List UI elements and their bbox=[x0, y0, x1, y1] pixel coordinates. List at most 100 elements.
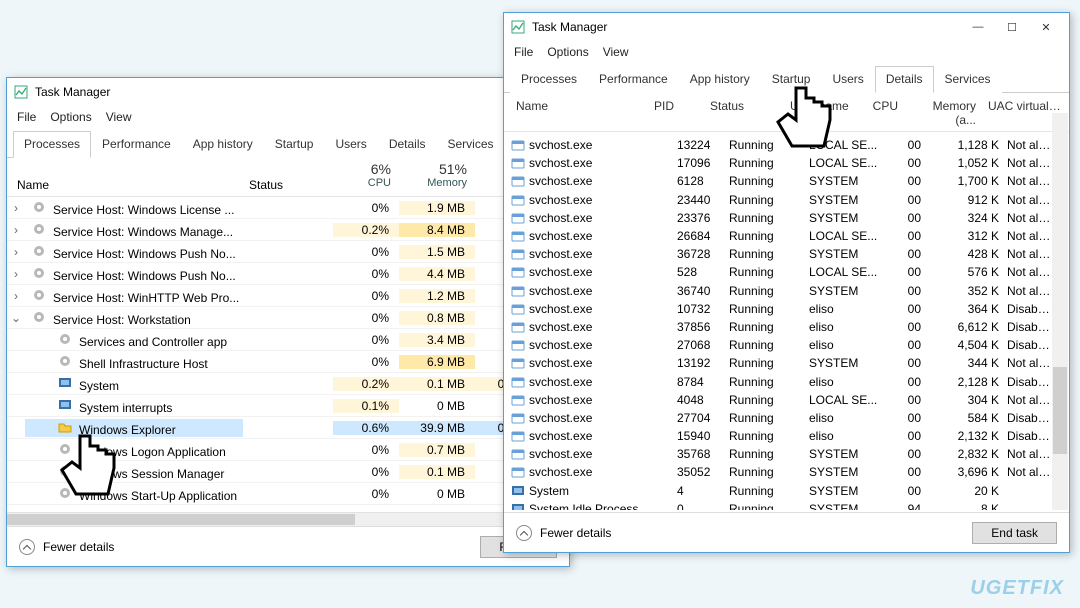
tab-details[interactable]: Details bbox=[378, 131, 437, 158]
process-row[interactable]: ›Service Host: Windows Push No...0%1.5 M… bbox=[7, 241, 569, 263]
process-icon bbox=[510, 301, 526, 317]
chevron-up-icon[interactable] bbox=[19, 539, 35, 555]
menu-file[interactable]: File bbox=[514, 45, 533, 59]
tab-app-history[interactable]: App history bbox=[182, 131, 264, 158]
details-row[interactable]: svchost.exe37856Runningeliso006,612 KDis… bbox=[504, 318, 1052, 336]
col-memory[interactable]: 51% Memory bbox=[399, 158, 475, 196]
fewer-details-link[interactable]: Fewer details bbox=[540, 526, 611, 540]
details-row[interactable]: svchost.exe23376RunningSYSTEM00324 KNot … bbox=[504, 209, 1052, 227]
details-list[interactable]: svchost.exe13224RunningLOCAL SE...001,12… bbox=[504, 136, 1052, 510]
chevron-up-icon[interactable] bbox=[516, 525, 532, 541]
details-row[interactable]: svchost.exe4048RunningLOCAL SE...00304 K… bbox=[504, 391, 1052, 409]
process-icon bbox=[31, 265, 47, 281]
details-row[interactable]: svchost.exe6128RunningSYSTEM001,700 KNot… bbox=[504, 172, 1052, 190]
maximize-button[interactable]: ☐ bbox=[995, 16, 1029, 38]
details-row[interactable]: svchost.exe35052RunningSYSTEM003,696 KNo… bbox=[504, 463, 1052, 481]
end-task-button[interactable]: End task bbox=[972, 522, 1057, 544]
col-pid[interactable]: PID bbox=[648, 99, 704, 127]
tab-users[interactable]: Users bbox=[324, 131, 377, 158]
process-icon bbox=[510, 137, 526, 153]
process-icon bbox=[31, 287, 47, 303]
task-manager-window-details[interactable]: Task Manager — ☐ ✕ File Options View Proce… bbox=[503, 12, 1070, 553]
col-cpu[interactable]: 6% CPU bbox=[333, 158, 399, 196]
process-row[interactable]: Shell Infrastructure Host0%6.9 MB0 MB/s bbox=[7, 351, 569, 373]
process-row[interactable]: System0.2%0.1 MB0.1 MB/s bbox=[7, 373, 569, 395]
details-row[interactable]: svchost.exe13192RunningSYSTEM00344 KNot … bbox=[504, 354, 1052, 372]
details-row[interactable]: svchost.exe27068Runningeliso004,504 KDis… bbox=[504, 336, 1052, 354]
watermark-logo: UGETFIX bbox=[970, 577, 1064, 600]
process-list[interactable]: ›Service Host: Windows License ...0%1.9 … bbox=[7, 197, 569, 505]
col-cpu[interactable]: CPU bbox=[864, 99, 904, 127]
col-name[interactable]: Name bbox=[7, 158, 243, 196]
tab-processes[interactable]: Processes bbox=[13, 131, 91, 158]
details-row[interactable]: svchost.exe17096RunningLOCAL SE...001,05… bbox=[504, 154, 1052, 172]
col-status[interactable]: Status bbox=[243, 158, 333, 196]
process-row[interactable]: Windows Start-Up Application0%0 MB0 MB/s bbox=[7, 483, 569, 505]
process-icon bbox=[57, 353, 73, 369]
tab-startup[interactable]: Startup bbox=[761, 66, 822, 93]
details-row[interactable]: svchost.exe13224RunningLOCAL SE...001,12… bbox=[504, 136, 1052, 154]
process-row[interactable]: Windows Logon Application0%0.7 MB0 MB/s bbox=[7, 439, 569, 461]
menu-file[interactable]: File bbox=[17, 110, 36, 124]
tab-services[interactable]: Services bbox=[934, 66, 1002, 93]
tab-processes[interactable]: Processes bbox=[510, 66, 588, 93]
tab-services[interactable]: Services bbox=[437, 131, 505, 158]
process-icon bbox=[510, 155, 526, 171]
details-row[interactable]: System4RunningSYSTEM0020 K bbox=[504, 482, 1052, 500]
process-row[interactable]: System interrupts0.1%0 MB0 MB/s bbox=[7, 395, 569, 417]
menu-options[interactable]: Options bbox=[547, 45, 588, 59]
details-row[interactable]: svchost.exe10732Runningeliso00364 KDisab… bbox=[504, 300, 1052, 318]
task-manager-window-processes[interactable]: Task Manager — ☐ File Options View Process… bbox=[6, 77, 570, 567]
column-headers[interactable]: Name Status 6% CPU 51% Memory 0% Disk bbox=[7, 158, 569, 197]
tab-users[interactable]: Users bbox=[821, 66, 874, 93]
details-row[interactable]: svchost.exe528RunningLOCAL SE...00576 KN… bbox=[504, 263, 1052, 281]
column-headers[interactable]: Name PID Status User name CPU Memory (a.… bbox=[504, 93, 1069, 132]
details-row[interactable]: System Idle Process0RunningSYSTEM948 K bbox=[504, 500, 1052, 510]
process-row[interactable]: ›Service Host: Windows Push No...0%4.4 M… bbox=[7, 263, 569, 285]
col-name[interactable]: Name bbox=[504, 99, 648, 127]
col-memory[interactable]: Memory (a... bbox=[904, 99, 982, 127]
titlebar[interactable]: Task Manager — ☐ ✕ bbox=[504, 13, 1069, 41]
titlebar[interactable]: Task Manager — ☐ bbox=[7, 78, 569, 106]
process-icon bbox=[510, 246, 526, 262]
vertical-scrollbar[interactable] bbox=[1052, 113, 1068, 510]
process-icon bbox=[57, 485, 73, 501]
col-status[interactable]: Status bbox=[704, 99, 784, 127]
process-icon bbox=[510, 337, 526, 353]
process-row[interactable]: Windows Explorer0.6%39.9 MB0.1 MB/s bbox=[7, 417, 569, 439]
process-row[interactable]: ›Service Host: Windows Manage...0.2%8.4 … bbox=[7, 219, 569, 241]
tab-startup[interactable]: Startup bbox=[264, 131, 325, 158]
tab-app-history[interactable]: App history bbox=[679, 66, 761, 93]
close-button[interactable]: ✕ bbox=[1029, 16, 1063, 38]
details-row[interactable]: svchost.exe26684RunningLOCAL SE...00312 … bbox=[504, 227, 1052, 245]
process-row[interactable]: Windows Session Manager0%0.1 MB0 MB/s bbox=[7, 461, 569, 483]
details-row[interactable]: svchost.exe15940Runningeliso002,132 KDis… bbox=[504, 427, 1052, 445]
horizontal-scrollbar[interactable] bbox=[7, 512, 569, 526]
process-row[interactable]: ›Service Host: WinHTTP Web Pro...0%1.2 M… bbox=[7, 285, 569, 307]
details-row[interactable]: svchost.exe35768RunningSYSTEM002,832 KNo… bbox=[504, 445, 1052, 463]
process-icon bbox=[31, 199, 47, 215]
process-icon bbox=[31, 309, 47, 325]
details-row[interactable]: svchost.exe36728RunningSYSTEM00428 KNot … bbox=[504, 245, 1052, 263]
process-row[interactable]: ›Service Host: Windows License ...0%1.9 … bbox=[7, 197, 569, 219]
footer: Fewer details Restart bbox=[7, 526, 569, 566]
process-icon bbox=[57, 441, 73, 457]
process-icon bbox=[510, 483, 526, 499]
minimize-button[interactable]: — bbox=[961, 16, 995, 38]
details-row[interactable]: svchost.exe36740RunningSYSTEM00352 KNot … bbox=[504, 282, 1052, 300]
process-icon bbox=[510, 173, 526, 189]
details-row[interactable]: svchost.exe23440RunningSYSTEM00912 KNot … bbox=[504, 191, 1052, 209]
col-user[interactable]: User name bbox=[784, 99, 864, 127]
process-row[interactable]: ⌄Service Host: Workstation0%0.8 MB0 MB/s bbox=[7, 307, 569, 329]
tab-performance[interactable]: Performance bbox=[588, 66, 679, 93]
process-icon bbox=[31, 221, 47, 237]
process-row[interactable]: Services and Controller app0%3.4 MB0 MB/… bbox=[7, 329, 569, 351]
menu-options[interactable]: Options bbox=[50, 110, 91, 124]
details-row[interactable]: svchost.exe8784Runningeliso002,128 KDisa… bbox=[504, 372, 1052, 390]
fewer-details-link[interactable]: Fewer details bbox=[43, 540, 114, 554]
menu-view[interactable]: View bbox=[106, 110, 132, 124]
details-row[interactable]: svchost.exe27704Runningeliso00584 KDisab… bbox=[504, 409, 1052, 427]
tab-details[interactable]: Details bbox=[875, 66, 934, 93]
menu-view[interactable]: View bbox=[603, 45, 629, 59]
tab-performance[interactable]: Performance bbox=[91, 131, 182, 158]
